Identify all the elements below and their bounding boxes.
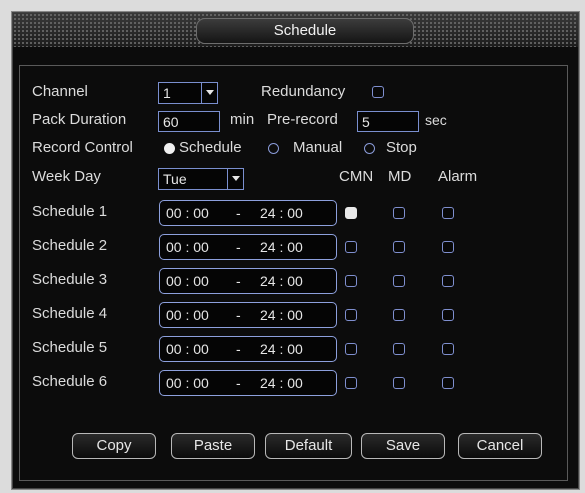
schedule-label: Schedule 2	[32, 237, 108, 254]
schedule-start-time[interactable]: 00 : 00	[166, 341, 209, 357]
radio-stop[interactable]	[364, 143, 375, 154]
schedule-alarm-checkbox[interactable]	[442, 343, 454, 355]
pack-duration-unit: min	[230, 111, 255, 128]
schedule-label: Schedule 5	[32, 339, 108, 356]
schedule-cmn-checkbox[interactable]	[345, 207, 357, 219]
schedule-time-range[interactable]: 00 : 00 - 24 : 00	[159, 336, 337, 362]
week-day-value: Tue	[163, 171, 187, 187]
channel-select[interactable]: 1	[158, 82, 218, 104]
schedule-label: Schedule 6	[32, 373, 108, 390]
pre-record-input[interactable]: 5	[357, 111, 419, 132]
schedule-cmn-checkbox[interactable]	[345, 241, 357, 253]
schedule-time-range[interactable]: 00 : 00 - 24 : 00	[159, 268, 337, 294]
schedule-alarm-checkbox[interactable]	[442, 377, 454, 389]
schedule-alarm-checkbox[interactable]	[442, 207, 454, 219]
schedule-start-time[interactable]: 00 : 00	[166, 375, 209, 391]
schedule-window: Schedule Channel 1 Redundancy Pack Durat…	[12, 12, 579, 489]
chevron-down-icon	[201, 83, 217, 103]
week-day-select[interactable]: Tue	[158, 168, 244, 190]
radio-stop-label: Stop	[386, 139, 417, 156]
schedule-end-time[interactable]: 24 : 00	[260, 273, 303, 289]
schedule-time-range[interactable]: 00 : 00 - 24 : 00	[159, 234, 337, 260]
schedule-start-time[interactable]: 00 : 00	[166, 205, 209, 221]
radio-manual-label: Manual	[293, 139, 343, 156]
title-bar[interactable]: Schedule	[13, 13, 578, 47]
schedule-separator: -	[236, 205, 241, 221]
week-day-label: Week Day	[32, 168, 101, 185]
schedule-cmn-checkbox[interactable]	[345, 275, 357, 287]
schedule-start-time[interactable]: 00 : 00	[166, 239, 209, 255]
schedule-separator: -	[236, 239, 241, 255]
chevron-down-icon	[227, 169, 243, 189]
schedule-end-time[interactable]: 24 : 00	[260, 307, 303, 323]
pre-record-label: Pre-record	[267, 111, 338, 128]
pre-record-unit: sec	[425, 112, 447, 128]
schedule-separator: -	[236, 341, 241, 357]
schedule-separator: -	[236, 273, 241, 289]
column-header-cmn: CMN	[339, 168, 374, 185]
schedule-separator: -	[236, 307, 241, 323]
schedule-end-time[interactable]: 24 : 00	[260, 239, 303, 255]
channel-value: 1	[163, 85, 171, 101]
window-title: Schedule	[196, 18, 414, 44]
schedule-time-range[interactable]: 00 : 00 - 24 : 00	[159, 370, 337, 396]
radio-schedule[interactable]	[164, 143, 175, 154]
schedule-cmn-checkbox[interactable]	[345, 377, 357, 389]
schedule-md-checkbox[interactable]	[393, 377, 405, 389]
column-header-alarm: Alarm	[438, 168, 478, 185]
schedule-md-checkbox[interactable]	[393, 343, 405, 355]
schedule-alarm-checkbox[interactable]	[442, 241, 454, 253]
schedule-cmn-checkbox[interactable]	[345, 309, 357, 321]
schedule-md-checkbox[interactable]	[393, 309, 405, 321]
pack-duration-label: Pack Duration	[32, 111, 127, 128]
schedule-label: Schedule 4	[32, 305, 108, 322]
redundancy-checkbox[interactable]	[372, 86, 384, 98]
save-button[interactable]: Save	[361, 433, 445, 459]
schedule-label: Schedule 3	[32, 271, 108, 288]
pack-duration-value: 60	[163, 114, 179, 130]
record-control-label: Record Control	[32, 139, 133, 156]
radio-schedule-label: Schedule	[179, 139, 242, 156]
channel-label: Channel	[32, 83, 88, 100]
pre-record-value: 5	[362, 114, 370, 130]
schedule-start-time[interactable]: 00 : 00	[166, 307, 209, 323]
schedule-cmn-checkbox[interactable]	[345, 343, 357, 355]
schedule-end-time[interactable]: 24 : 00	[260, 375, 303, 391]
redundancy-label: Redundancy	[261, 83, 346, 100]
paste-button[interactable]: Paste	[171, 433, 255, 459]
schedule-alarm-checkbox[interactable]	[442, 309, 454, 321]
schedule-end-time[interactable]: 24 : 00	[260, 341, 303, 357]
schedule-md-checkbox[interactable]	[393, 207, 405, 219]
schedule-label: Schedule 1	[32, 203, 108, 220]
schedule-alarm-checkbox[interactable]	[442, 275, 454, 287]
schedule-time-range[interactable]: 00 : 00 - 24 : 00	[159, 302, 337, 328]
radio-manual[interactable]	[268, 143, 279, 154]
schedule-time-range[interactable]: 00 : 00 - 24 : 00	[159, 200, 337, 226]
schedule-start-time[interactable]: 00 : 00	[166, 273, 209, 289]
pack-duration-input[interactable]: 60	[158, 111, 220, 132]
schedule-md-checkbox[interactable]	[393, 275, 405, 287]
column-header-md: MD	[388, 168, 412, 185]
cancel-button[interactable]: Cancel	[458, 433, 542, 459]
schedule-md-checkbox[interactable]	[393, 241, 405, 253]
schedule-separator: -	[236, 375, 241, 391]
schedule-end-time[interactable]: 24 : 00	[260, 205, 303, 221]
default-button[interactable]: Default	[265, 433, 352, 459]
copy-button[interactable]: Copy	[72, 433, 156, 459]
